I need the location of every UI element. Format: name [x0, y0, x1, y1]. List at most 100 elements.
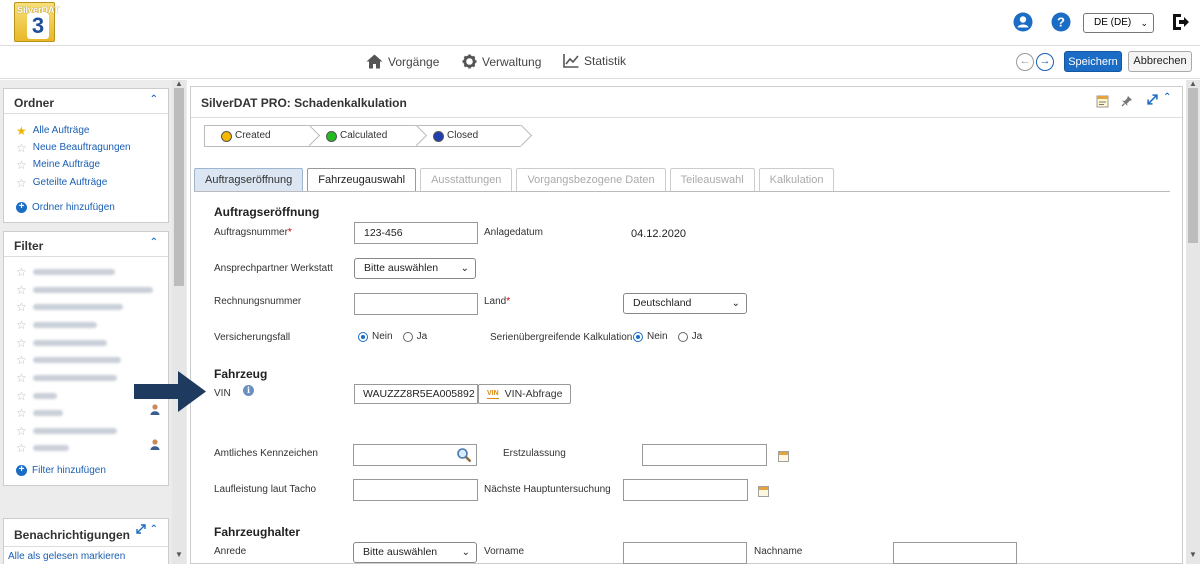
star-icon[interactable]: ☆ — [16, 159, 27, 171]
filter-item[interactable]: ☆ — [16, 425, 117, 437]
anrede-label: Anrede — [214, 546, 247, 557]
tab-auftragseroeffnung[interactable]: Auftragseröffnung — [194, 168, 304, 191]
vorname-input[interactable] — [623, 542, 747, 564]
language-select[interactable]: DE (DE) ⌄ — [1083, 13, 1154, 33]
ansprechpartner-select[interactable]: Bitte auswählen ⌄ — [354, 258, 476, 279]
radio-nein[interactable] — [358, 331, 368, 342]
vorname-label: Vorname — [484, 546, 525, 557]
folder-item-meine[interactable]: ☆ Meine Aufträge — [16, 159, 100, 171]
add-filter-link[interactable]: + Filter hinzufügen — [16, 465, 106, 476]
expand-icon[interactable] — [136, 524, 146, 534]
nav-item-vorgaenge[interactable]: Vorgänge — [366, 54, 439, 69]
chevron-up-icon[interactable]: ⌃ — [150, 237, 158, 248]
notifications-panel-header[interactable]: Benachrichtigungen ⌃ — [4, 519, 168, 547]
rechnungsnummer-input[interactable] — [354, 293, 478, 315]
star-icon[interactable]: ☆ — [16, 407, 27, 419]
filter-item[interactable]: ☆ — [16, 407, 63, 419]
main-scrollbar-thumb[interactable] — [1188, 88, 1198, 243]
kennzeichen-input[interactable] — [353, 444, 477, 466]
cancel-button[interactable]: Abbrechen — [1128, 51, 1192, 72]
scroll-up-icon[interactable]: ▲ — [1189, 79, 1197, 88]
star-icon[interactable]: ☆ — [16, 177, 27, 189]
silverdat-logo[interactable]: SilverDAT 3 — [14, 2, 59, 42]
auftragsnummer-input[interactable]: 123-456 — [354, 222, 478, 244]
tab-fahrzeugauswahl[interactable]: Fahrzeugauswahl — [307, 168, 417, 191]
tab-kalkulation[interactable]: Kalkulation — [758, 168, 835, 191]
calendar-icon[interactable] — [758, 486, 769, 497]
back-arrow-icon[interactable]: ← — [1016, 53, 1034, 71]
user-icon[interactable] — [1013, 12, 1033, 32]
divider — [191, 117, 1182, 118]
forward-arrow-icon[interactable]: → — [1036, 53, 1054, 71]
chevron-up-icon[interactable]: ⌃ — [150, 524, 158, 535]
star-icon[interactable]: ☆ — [16, 142, 27, 154]
pin-icon[interactable] — [1121, 95, 1133, 107]
main-scrollbar[interactable]: ▲ ▼ — [1186, 79, 1200, 564]
laufleistung-input[interactable] — [353, 479, 478, 501]
calendar-icon[interactable] — [778, 451, 789, 462]
star-icon[interactable]: ☆ — [16, 425, 27, 437]
mark-all-read-link[interactable]: Alle als gelesen markieren — [8, 551, 125, 562]
folder-item-neue[interactable]: ☆ Neue Beauftragungen — [16, 142, 131, 154]
ordner-panel-header[interactable]: Ordner ⌃ — [4, 89, 168, 114]
nachname-input[interactable] — [893, 542, 1017, 564]
status-steps: Created Calculated Closed — [204, 124, 533, 147]
filter-panel-header[interactable]: Filter ⌃ — [4, 232, 168, 257]
info-icon[interactable]: i — [243, 385, 254, 396]
plus-icon: + — [16, 202, 27, 213]
scroll-up-icon[interactable]: ▲ — [175, 79, 183, 88]
sidebar-scrollbar[interactable]: ▲ ▼ — [172, 79, 186, 564]
anrede-select[interactable]: Bitte auswählen ⌄ — [353, 542, 477, 563]
filter-item[interactable]: ☆ — [16, 337, 107, 349]
radio-ja[interactable] — [402, 331, 413, 342]
hu-input[interactable] — [623, 479, 748, 501]
expand-icon[interactable] — [1147, 94, 1158, 105]
land-select-value: Deutschland — [633, 297, 692, 309]
tab-vorgangsbezogene-daten[interactable]: Vorgangsbezogene Daten — [516, 168, 666, 191]
annotation-arrow-icon — [134, 371, 206, 412]
vin-abfrage-button[interactable]: VIN VIN-Abfrage — [478, 384, 572, 404]
erstzulassung-input[interactable] — [642, 444, 767, 466]
star-icon[interactable]: ★ — [16, 125, 27, 137]
radio-nein[interactable] — [633, 331, 643, 342]
star-icon[interactable]: ☆ — [16, 372, 27, 384]
search-icon[interactable] — [456, 447, 472, 463]
filter-item[interactable]: ☆ — [16, 266, 115, 278]
filter-item[interactable]: ☆ — [16, 372, 117, 384]
filter-item[interactable]: ☆ — [16, 442, 69, 454]
chevron-up-icon[interactable]: ⌃ — [150, 94, 158, 105]
star-icon[interactable]: ☆ — [16, 319, 27, 331]
star-icon[interactable]: ☆ — [16, 390, 27, 402]
land-select[interactable]: Deutschland ⌄ — [623, 293, 747, 314]
scroll-down-icon[interactable]: ▼ — [1189, 550, 1197, 559]
star-icon[interactable]: ☆ — [16, 442, 27, 454]
chevron-up-icon[interactable]: ⌃ — [1163, 92, 1171, 103]
folder-item-alle[interactable]: ★ Alle Aufträge — [16, 125, 89, 137]
star-icon[interactable]: ☆ — [16, 284, 27, 296]
laufleistung-label: Laufleistung laut Tacho — [214, 484, 317, 495]
star-icon[interactable]: ☆ — [16, 266, 27, 278]
tab-ausstattungen[interactable]: Ausstattungen — [420, 168, 513, 191]
star-icon[interactable]: ☆ — [16, 301, 27, 313]
filter-item[interactable]: ☆ — [16, 284, 153, 296]
vin-input[interactable]: WAUZZZ8R5EA005892 — [354, 384, 478, 404]
scroll-down-icon[interactable]: ▼ — [175, 550, 183, 559]
nav-item-verwaltung[interactable]: Verwaltung — [462, 54, 541, 69]
folder-item-geteilte[interactable]: ☆ Geteilte Aufträge — [16, 177, 107, 189]
filter-item[interactable]: ☆ — [16, 301, 123, 313]
save-button[interactable]: Speichern — [1064, 51, 1122, 72]
logout-icon[interactable] — [1170, 12, 1190, 32]
filter-item[interactable]: ☆ — [16, 319, 97, 331]
step-calculated: Calculated — [309, 124, 428, 147]
filter-item[interactable]: ☆ — [16, 354, 121, 366]
filter-item[interactable]: ☆ — [16, 390, 57, 402]
nav-item-statistik[interactable]: Statistik — [563, 54, 626, 68]
star-icon[interactable]: ☆ — [16, 337, 27, 349]
document-icon[interactable] — [1096, 95, 1109, 108]
sidebar-scrollbar-thumb[interactable] — [174, 88, 184, 286]
help-icon[interactable]: ? — [1051, 12, 1071, 32]
add-folder-link[interactable]: + Ordner hinzufügen — [16, 202, 115, 213]
tab-teileauswahl[interactable]: Teileauswahl — [669, 168, 755, 191]
star-icon[interactable]: ☆ — [16, 354, 27, 366]
radio-ja[interactable] — [677, 331, 688, 342]
